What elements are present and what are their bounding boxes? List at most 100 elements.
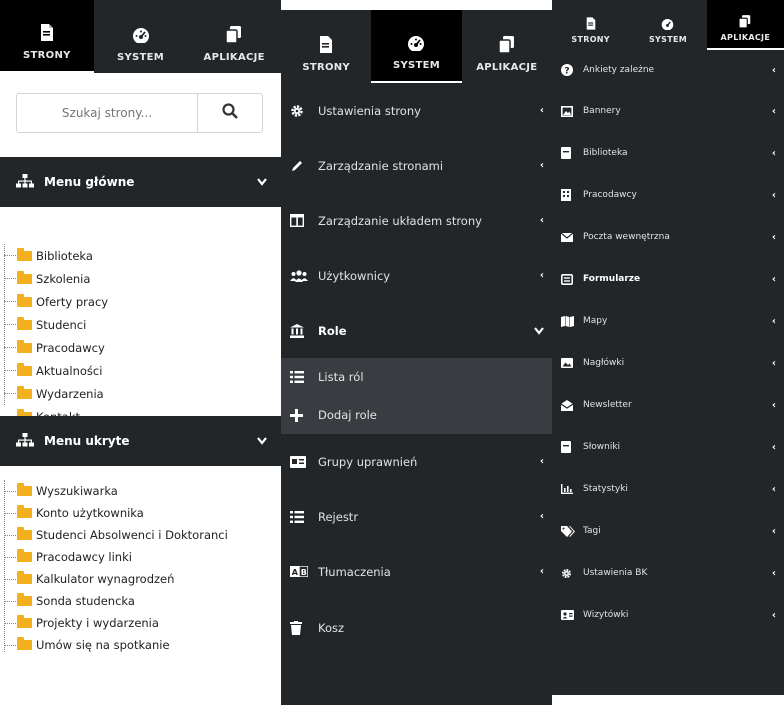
tree-item[interactable]: Konto użytkownika: [4, 502, 228, 524]
copy-icon: [225, 26, 242, 46]
tab-aplikacje[interactable]: APLIKACJE: [462, 10, 552, 83]
tree-item[interactable]: Szkolenia: [4, 267, 108, 290]
svg-text:?: ?: [564, 67, 569, 77]
tab-label: STRONY: [23, 50, 71, 61]
book-icon: [561, 441, 583, 453]
search-input[interactable]: [17, 94, 197, 132]
hidden-menu-tree: Wyszukiwarka Konto użytkownika Studenci …: [4, 480, 228, 656]
dashboard-icon: [661, 18, 674, 32]
image-frame-icon: [561, 105, 583, 117]
menu-item-tlumaczenia[interactable]: AB Tłumaczenia ‹: [281, 544, 552, 599]
menu-item-label: Zarządzanie układem strony: [318, 213, 482, 228]
chevron-left-icon: ‹: [771, 315, 776, 327]
tab-strony[interactable]: STRONY: [552, 0, 629, 50]
menu-item-rejestr[interactable]: Rejestr ‹: [281, 489, 552, 544]
menu-item-label: Wizytówki: [583, 610, 629, 620]
tab-bar: STRONY SYSTEM APLIKACJE: [552, 0, 784, 50]
file-icon: [586, 17, 596, 32]
trash-icon: [290, 621, 318, 635]
submenu-item-dodaj-role[interactable]: Dodaj role: [281, 396, 552, 434]
menu-item-ustawienia-bk[interactable]: Ustawienia BK ‹: [552, 552, 784, 594]
chevron-left-icon: ‹: [771, 64, 776, 76]
tree-item-label: Sonda studencka: [36, 594, 135, 608]
tree-item[interactable]: Pracodawcy: [4, 336, 108, 359]
menu-item-role[interactable]: Role: [281, 303, 552, 358]
sitemap-icon: [16, 432, 34, 450]
search-icon: [222, 103, 238, 123]
tree-item-label: Studenci Absolwenci i Doktoranci: [36, 528, 228, 542]
tab-label: SYSTEM: [648, 35, 687, 44]
menu-item-uzytkownicy[interactable]: Użytkownicy ‹: [281, 248, 552, 303]
menu-item-tagi[interactable]: Tagi ‹: [552, 510, 784, 552]
tab-aplikacje[interactable]: APLIKACJE: [706, 0, 784, 50]
tab-strony[interactable]: STRONY: [0, 0, 94, 73]
chevron-left-icon: ‹: [539, 160, 544, 171]
main-menu-header[interactable]: Menu główne: [0, 157, 281, 207]
folder-icon: [17, 549, 32, 562]
tree-item[interactable]: Oferty pracy: [4, 290, 108, 313]
tab-label: SYSTEM: [116, 52, 165, 63]
search-box: [16, 93, 263, 133]
chevron-left-icon: ‹: [539, 511, 544, 522]
submenu-item-label: Dodaj role: [318, 408, 377, 422]
chevron-left-icon: ‹: [771, 357, 776, 369]
menu-item-biblioteka[interactable]: Biblioteka ‹: [552, 132, 784, 174]
tree-item[interactable]: Projekty i wydarzenia: [4, 612, 228, 634]
role-submenu: Lista ról Dodaj role: [281, 358, 552, 434]
menu-item-wizytowki[interactable]: Wizytówki ‹: [552, 594, 784, 636]
tree-item[interactable]: Aktualności: [4, 359, 108, 382]
menu-item-naglowki[interactable]: Nagłówki ‹: [552, 342, 784, 384]
tree-item-label: Biblioteka: [36, 248, 93, 263]
tree-item[interactable]: Pracodawcy linki: [4, 546, 228, 568]
tree-item-label: Projekty i wydarzenia: [36, 616, 159, 630]
tab-system[interactable]: SYSTEM: [371, 10, 462, 83]
menu-item-ustawienia-strony[interactable]: Ustawienia strony ‹: [281, 83, 552, 138]
tree-item[interactable]: Sonda studencka: [4, 590, 228, 612]
folder-icon: [17, 615, 32, 628]
folder-icon: [17, 571, 32, 584]
menu-item-label: Ustawienia BK: [583, 568, 648, 578]
tab-label: SYSTEM: [392, 60, 441, 71]
menu-item-newsletter[interactable]: Newsletter ‹: [552, 384, 784, 426]
chevron-left-icon: ‹: [771, 231, 776, 243]
tree-item[interactable]: Biblioteka: [4, 244, 108, 267]
tree-item[interactable]: Umów się na spotkanie: [4, 634, 228, 656]
menu-item-slowniki[interactable]: Słowniki ‹: [552, 426, 784, 468]
menu-item-poczta[interactable]: Poczta wewnętrzna ‹: [552, 216, 784, 258]
menu-item-mapy[interactable]: Mapy ‹: [552, 300, 784, 342]
tree-item[interactable]: Studenci: [4, 313, 108, 336]
menu-item-label: Ustawienia strony: [318, 103, 421, 118]
menu-item-label: Bannery: [583, 106, 621, 116]
menu-item-label: Poczta wewnętrzna: [583, 232, 670, 242]
tab-system[interactable]: SYSTEM: [629, 0, 706, 50]
menu-item-kosz[interactable]: Kosz: [281, 599, 552, 657]
menu-item-grupy-uprawnien[interactable]: Grupy uprawnień ‹: [281, 434, 552, 489]
menu-item-label: Ankiety zależne: [583, 65, 655, 75]
submenu-item-lista-rol[interactable]: Lista ról: [281, 358, 552, 396]
tab-aplikacje[interactable]: APLIKACJE: [187, 0, 281, 73]
tab-strony[interactable]: STRONY: [281, 10, 371, 83]
search-button[interactable]: [197, 94, 262, 132]
tree-item[interactable]: Wyszukiwarka: [4, 480, 228, 502]
folder-icon: [17, 505, 32, 518]
menu-item-zarzadzanie-stronami[interactable]: Zarządzanie stronami ‹: [281, 138, 552, 193]
menu-item-zarzadzanie-ukladem[interactable]: Zarządzanie układem strony ‹: [281, 193, 552, 248]
menu-item-statystyki[interactable]: Statystyki ‹: [552, 468, 784, 510]
tree-item[interactable]: Studenci Absolwenci i Doktoranci: [4, 524, 228, 546]
tab-system[interactable]: SYSTEM: [94, 0, 188, 73]
menu-item-pracodawcy[interactable]: Pracodawcy ‹: [552, 174, 784, 216]
chevron-left-icon: ‹: [539, 105, 544, 116]
menu-item-ankiety[interactable]: ? Ankiety zależne ‹: [552, 50, 784, 90]
tree-item[interactable]: Wydarzenia: [4, 382, 108, 405]
tree-item[interactable]: Kalkulator wynagrodzeń: [4, 568, 228, 590]
menu-item-label: Pracodawcy: [583, 190, 637, 200]
menu-item-formularze[interactable]: Formularze ‹: [552, 258, 784, 300]
id-card-icon: [290, 455, 318, 468]
chevron-left-icon: ‹: [539, 215, 544, 226]
tree-item-label: Aktualności: [36, 363, 103, 378]
tree-item-label: Wydarzenia: [36, 386, 104, 401]
menu-item-label: Grupy uprawnień: [318, 454, 418, 469]
folder-icon: [17, 385, 32, 399]
hidden-menu-header[interactable]: Menu ukryte: [0, 416, 281, 466]
menu-item-bannery[interactable]: Bannery ‹: [552, 90, 784, 132]
